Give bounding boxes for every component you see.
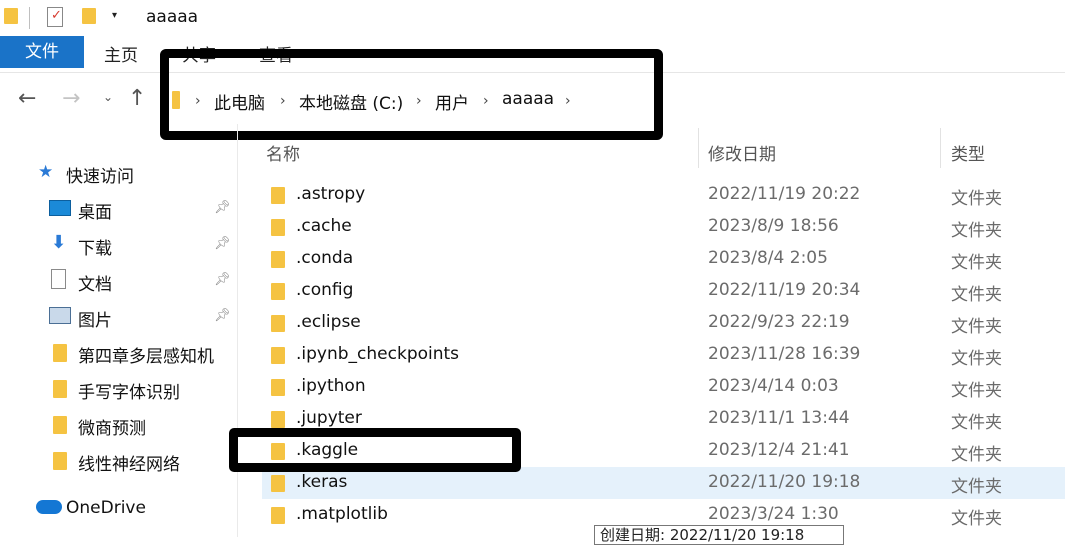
file-date: 2023/12/4 21:41 [708,440,850,460]
sidebar-item-folder-3[interactable]: 微商预测 [78,414,146,450]
folder-icon [53,380,67,398]
file-type: 文件夹 [951,285,1002,305]
file-name: .eclipse [296,312,361,332]
sidebar-item-downloads[interactable]: 下载 [78,234,112,270]
file-type: 文件夹 [951,189,1002,209]
sidebar-quick-access[interactable]: 快速访问 [66,162,134,198]
file-row[interactable]: .cache 2023/8/9 18:56 文件夹 [262,211,1065,243]
desktop-icon [49,200,71,216]
back-button[interactable]: ← [18,86,36,111]
sidebar-divider[interactable] [237,124,238,537]
toolbar-divider [29,7,30,29]
folder-icon [53,344,67,362]
file-type: 文件夹 [951,381,1002,401]
sidebar-item-folder-1[interactable]: 第四章多层感知机 [78,342,214,378]
folder-icon [271,411,285,428]
file-type: 文件夹 [951,477,1002,497]
file-name: .keras [296,472,348,492]
pin-icon[interactable]: 📌︎ [214,236,231,251]
file-date: 2022/9/23 22:19 [708,312,850,332]
file-row[interactable]: .conda 2023/8/4 2:05 文件夹 [262,243,1065,275]
pin-icon[interactable]: 📌︎ [214,308,231,323]
properties-icon[interactable]: ✓ [47,7,63,27]
file-name: .astropy [296,184,366,204]
sidebar-item-documents[interactable]: 文档 [78,270,112,306]
file-date: 2023/3/24 1:30 [708,504,839,524]
column-header-date[interactable]: 修改日期 [708,140,776,165]
forward-button[interactable]: → [62,86,80,111]
column-header-name[interactable]: 名称 [266,140,300,165]
file-name: .jupyter [296,408,362,428]
file-row[interactable]: .eclipse 2022/9/23 22:19 文件夹 [262,307,1065,339]
file-type: 文件夹 [951,317,1002,337]
file-date: 2023/4/14 0:03 [708,376,839,396]
file-row[interactable]: .astropy 2022/11/19 20:22 文件夹 [262,179,1065,211]
folder-icon [53,416,67,434]
folder-icon [271,283,285,300]
new-folder-icon[interactable] [82,8,96,24]
folder-icon [271,507,285,524]
file-name: .config [296,280,354,300]
folder-icon [53,452,67,470]
file-date: 2023/8/4 2:05 [708,248,828,268]
folder-icon [271,315,285,332]
tab-file[interactable]: 文件 [0,36,84,68]
file-date: 2022/11/19 20:34 [708,280,861,300]
sidebar-item-folder-2[interactable]: 手写字体识别 [78,378,180,414]
file-type: 文件夹 [951,221,1002,241]
file-type: 文件夹 [951,253,1002,273]
file-name: .ipython [296,376,366,396]
file-date: 2023/11/28 16:39 [708,344,861,364]
tab-home[interactable]: 主页 [104,41,138,66]
file-name: .ipynb_checkpoints [296,344,460,364]
file-name: .cache [296,216,352,236]
download-icon: ⬇ [51,232,67,253]
window-title: aaaaa [146,7,199,27]
sidebar-item-pictures[interactable]: 图片 [78,306,112,342]
picture-icon [49,307,71,324]
folder-icon [271,379,285,396]
sidebar-item-desktop[interactable]: 桌面 [78,198,112,234]
tooltip: 创建日期: 2022/11/20 19:18 [594,525,844,545]
recent-locations-dropdown[interactable]: ⌄ [103,90,113,104]
pin-icon[interactable]: 📌︎ [214,200,231,215]
folder-icon [271,251,285,268]
file-date: 2023/11/1 13:44 [708,408,850,428]
file-date: 2022/11/20 19:18 [708,472,861,492]
file-row[interactable]: .ipynb_checkpoints 2023/11/28 16:39 文件夹 [262,339,1065,371]
sidebar-item-folder-4[interactable]: 线性神经网络 [78,450,180,486]
file-name: .conda [296,248,354,268]
redaction-box [229,428,521,472]
sidebar-item-onedrive[interactable]: OneDrive [66,498,146,534]
column-divider[interactable] [698,128,699,168]
folder-icon [271,475,285,492]
customize-toolbar-dropdown[interactable]: ▾ [112,10,117,21]
file-type: 文件夹 [951,509,1002,529]
folder-icon [271,219,285,236]
file-row[interactable]: .config 2022/11/19 20:34 文件夹 [262,275,1065,307]
file-type: 文件夹 [951,413,1002,433]
up-button[interactable]: ↑ [128,86,146,111]
file-type: 文件夹 [951,349,1002,369]
pin-icon[interactable]: 📌︎ [214,272,231,287]
file-type: 文件夹 [951,445,1002,465]
star-icon: ★ [38,162,54,182]
file-date: 2022/11/19 20:22 [708,184,861,204]
document-icon [51,269,66,289]
redaction-box [160,49,663,140]
column-header-type[interactable]: 类型 [951,140,985,165]
file-date: 2023/8/9 18:56 [708,216,839,236]
folder-icon [271,187,285,204]
column-divider[interactable] [940,128,941,168]
onedrive-icon [36,500,62,514]
folder-icon [4,8,18,24]
file-name: .matplotlib [296,504,388,524]
folder-icon [271,347,285,364]
file-row[interactable]: .ipython 2023/4/14 0:03 文件夹 [262,371,1065,403]
